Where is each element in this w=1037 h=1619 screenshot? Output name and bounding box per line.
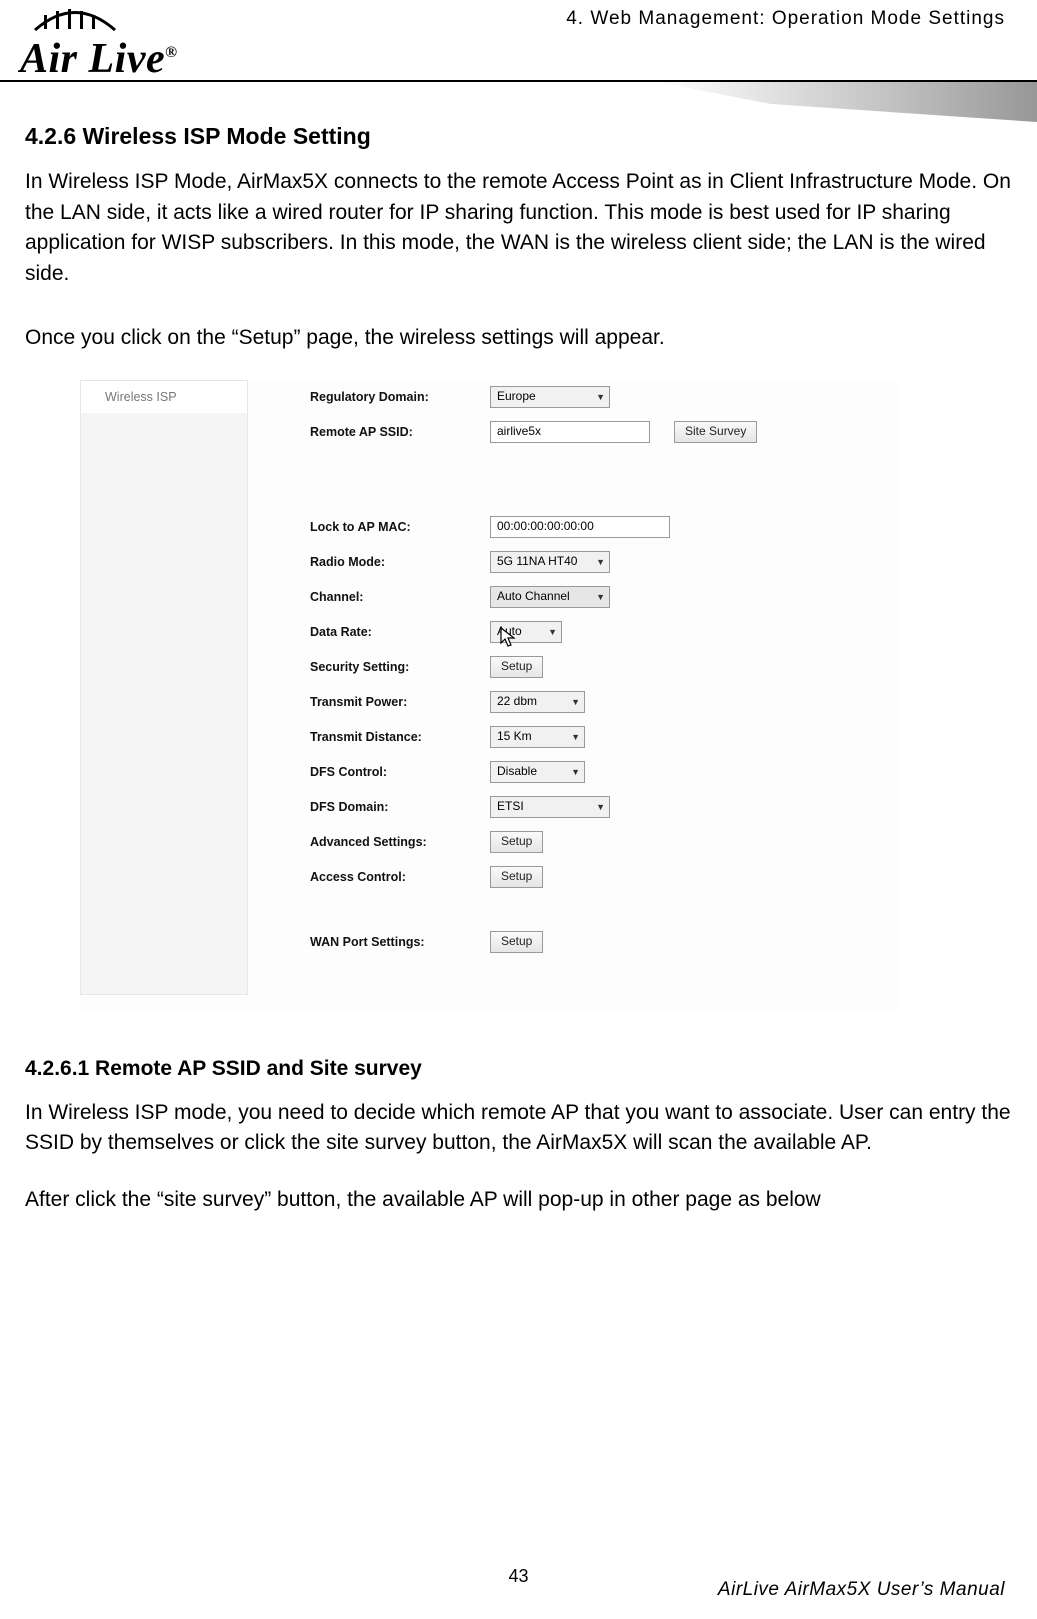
security-setup-button[interactable]: Setup: [490, 656, 543, 678]
chevron-down-icon: ▼: [596, 591, 605, 604]
label-transmit-power: Transmit Power:: [310, 693, 490, 711]
select-value: Auto Channel: [497, 588, 570, 605]
select-value: 15 Km: [497, 728, 532, 745]
logo-text: Air Live: [20, 36, 165, 82]
label-radio-mode: Radio Mode:: [310, 553, 490, 571]
label-wan-port-settings: WAN Port Settings:: [310, 933, 490, 951]
select-regulatory-domain[interactable]: Europe ▼: [490, 386, 610, 408]
select-transmit-power[interactable]: 22 dbm ▼: [490, 691, 585, 713]
advanced-setup-button[interactable]: Setup: [490, 831, 543, 853]
input-remote-ap-ssid[interactable]: airlive5x: [490, 421, 650, 443]
chevron-down-icon: ▼: [596, 801, 605, 814]
select-value: 5G 11NA HT40: [497, 553, 577, 570]
chevron-down-icon: ▼: [571, 766, 580, 779]
select-value: 22 dbm: [497, 693, 537, 710]
label-lock-ap-mac: Lock to AP MAC:: [310, 518, 490, 536]
logo-registered: ®: [165, 44, 177, 61]
select-dfs-control[interactable]: Disable ▼: [490, 761, 585, 783]
footer-manual-title: AirLive AirMax5X User’s Manual: [718, 1579, 1005, 1601]
label-data-rate: Data Rate:: [310, 623, 490, 641]
label-transmit-distance: Transmit Distance:: [310, 728, 490, 746]
chevron-down-icon: ▼: [548, 626, 557, 639]
section-para-1: In Wireless ISP Mode, AirMax5X connects …: [25, 167, 1012, 289]
settings-screenshot: Wireless ISP Regulatory Domain: Europe ▼…: [80, 380, 900, 1010]
brand-logo: Air Live®: [20, 5, 178, 83]
header-chapter: 4. Web Management: Operation Mode Settin…: [566, 8, 1005, 30]
label-channel: Channel:: [310, 588, 490, 606]
label-access-control: Access Control:: [310, 868, 490, 886]
label-dfs-control: DFS Control:: [310, 763, 490, 781]
select-dfs-domain[interactable]: ETSI ▼: [490, 796, 610, 818]
subsection-title: 4.2.6.1 Remote AP SSID and Site survey: [25, 1054, 1012, 1084]
site-survey-button[interactable]: Site Survey: [674, 421, 757, 443]
select-data-rate[interactable]: Auto ▼: [490, 621, 562, 643]
select-radio-mode[interactable]: 5G 11NA HT40 ▼: [490, 551, 610, 573]
select-channel[interactable]: Auto Channel ▼: [490, 586, 610, 608]
label-security-setting: Security Setting:: [310, 658, 490, 676]
label-dfs-domain: DFS Domain:: [310, 798, 490, 816]
wan-port-setup-button[interactable]: Setup: [490, 931, 543, 953]
input-lock-ap-mac[interactable]: 00:00:00:00:00:00: [490, 516, 670, 538]
header-divider: [0, 80, 1037, 82]
input-value: airlive5x: [497, 423, 541, 440]
label-remote-ap-ssid: Remote AP SSID:: [310, 423, 490, 441]
settings-form: Regulatory Domain: Europe ▼ Remote AP SS…: [310, 380, 880, 960]
label-advanced-settings: Advanced Settings:: [310, 833, 490, 851]
chevron-down-icon: ▼: [571, 731, 580, 744]
chevron-down-icon: ▼: [596, 391, 605, 404]
select-value: Europe: [497, 388, 536, 405]
select-value: Disable: [497, 763, 537, 780]
header-swoosh: [657, 82, 1037, 122]
chevron-down-icon: ▼: [571, 696, 580, 709]
subsection-para-1: In Wireless ISP mode, you need to decide…: [25, 1098, 1012, 1159]
select-value: Auto: [497, 623, 522, 640]
section-para-2: Once you click on the “Setup” page, the …: [25, 323, 1012, 353]
input-value: 00:00:00:00:00:00: [497, 518, 594, 535]
sidebar-item-wireless-isp[interactable]: Wireless ISP: [81, 381, 247, 413]
screenshot-sidebar: Wireless ISP: [80, 380, 248, 995]
access-control-setup-button[interactable]: Setup: [490, 866, 543, 888]
select-transmit-distance[interactable]: 15 Km ▼: [490, 726, 585, 748]
section-title: 4.2.6 Wireless ISP Mode Setting: [25, 120, 1012, 153]
select-value: ETSI: [497, 798, 524, 815]
label-regulatory-domain: Regulatory Domain:: [310, 388, 490, 406]
subsection-para-2: After click the “site survey” button, th…: [25, 1185, 1012, 1215]
chevron-down-icon: ▼: [596, 556, 605, 569]
